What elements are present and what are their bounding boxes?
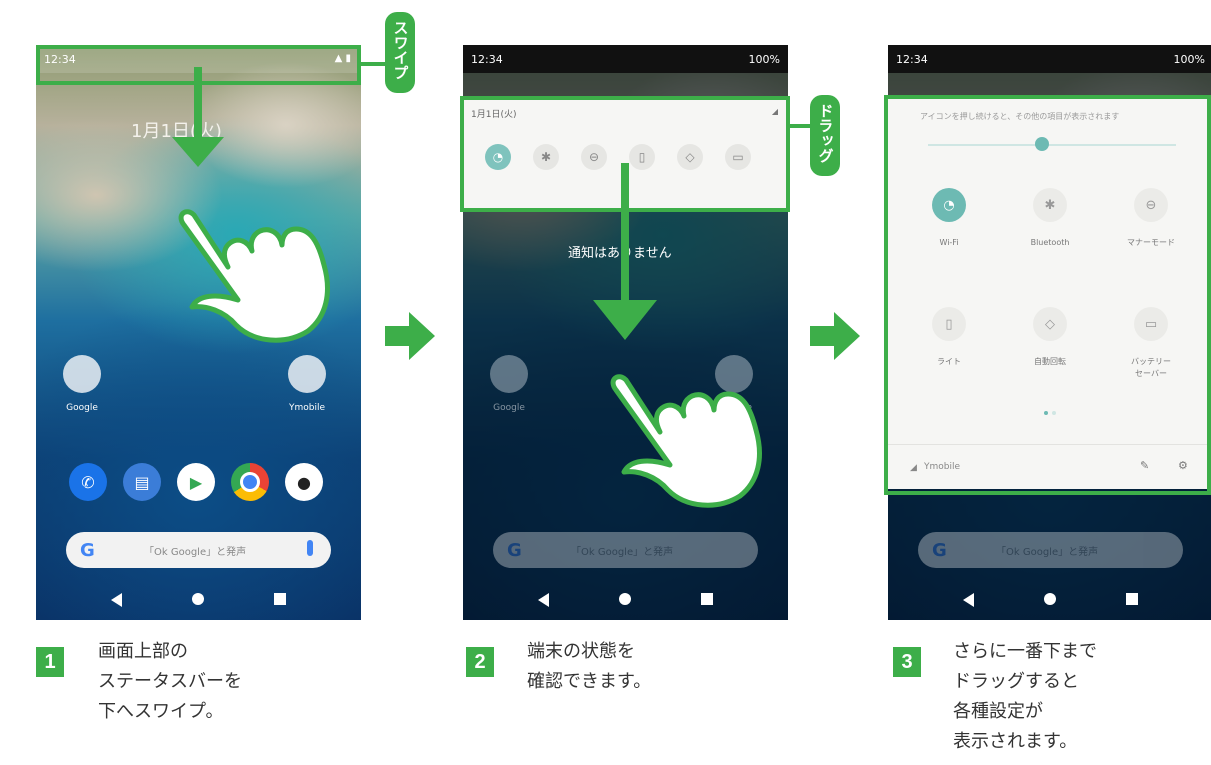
quick-settings-highlight [460,96,790,212]
recents-icon[interactable] [274,593,286,605]
google-folder-label: Google [493,403,525,413]
status-time: 12:34 [471,53,503,66]
mic-icon[interactable] [307,540,313,556]
step-1-number: 1 [36,647,64,677]
phone-app-icon[interactable]: ✆ [69,463,107,501]
home-icon[interactable] [619,593,631,605]
status-time: 12:34 [896,53,928,66]
back-icon[interactable] [963,593,974,607]
search-hint: 「Ok Google」と発声 [571,547,674,558]
google-folder-label: Google [66,403,98,413]
google-search-bar[interactable]: G 「Ok Google」と発声 [66,532,331,568]
back-icon[interactable] [538,593,549,607]
step-3-number: 3 [893,647,921,677]
no-notifications-text: 通知はありません [568,246,672,261]
step-2-caption: 端末の状態を 確認できます。 [527,641,652,692]
phone-screen-home: 12:34 ▲ ▮ 1月1日(火) Google Ymobile ✆ ▤ ▶ ●… [36,45,361,620]
ymobile-folder-label: Ymobile [288,403,326,413]
hand-pointer-icon [178,209,330,343]
full-panel-highlight [884,95,1211,495]
google-search-bar: G 「Ok Google」と発声 [918,532,1183,568]
google-g-icon: G [80,540,95,561]
nav-bar [463,580,788,620]
battery-text: 100% [1173,53,1205,66]
google-search-bar: G 「Ok Google」と発声 [493,532,758,568]
search-hint: 「Ok Google」と発声 [996,547,1099,558]
google-folder-icon [490,355,528,393]
status-bar: 12:34 100% [888,45,1211,73]
arrow-right-icon [385,312,435,360]
status-bar-highlight [36,45,361,85]
drag-tag-text: ドラッグ [816,103,835,163]
messages-app-icon[interactable]: ▤ [123,463,161,501]
recents-icon[interactable] [1126,593,1138,605]
chrome-icon[interactable] [231,463,269,501]
swipe-tag-text: スワイプ [391,20,410,80]
arrow-right-icon [810,312,860,360]
google-folder-icon[interactable] [63,355,101,393]
step-1-caption: 画面上部の ステータスバーを 下へスワイプ。 [98,641,242,722]
play-store-icon[interactable]: ▶ [177,463,215,501]
recents-icon[interactable] [701,593,713,605]
arrow-down-icon [172,137,224,167]
nav-bar [888,580,1211,620]
battery-text: 100% [748,53,780,66]
hand-pointer-icon [610,374,762,508]
google-g-icon: G [507,540,522,561]
google-g-icon: G [932,540,947,561]
camera-app-icon[interactable]: ● [285,463,323,501]
drag-tag: ドラッグ [810,95,840,176]
swipe-tag: スワイプ [385,12,415,93]
ymobile-folder-icon[interactable] [288,355,326,393]
back-icon[interactable] [111,593,122,607]
arrow-down-icon [593,300,657,340]
tag-connector [358,62,386,66]
search-hint: 「Ok Google」と発声 [144,547,247,558]
nav-bar [36,580,361,620]
step-3-caption: さらに一番下まで ドラッグすると 各種設定が 表示されます。 [953,641,1097,752]
status-bar: 12:34 100% [463,45,788,73]
home-icon[interactable] [192,593,204,605]
step-2-number: 2 [466,647,494,677]
home-icon[interactable] [1044,593,1056,605]
